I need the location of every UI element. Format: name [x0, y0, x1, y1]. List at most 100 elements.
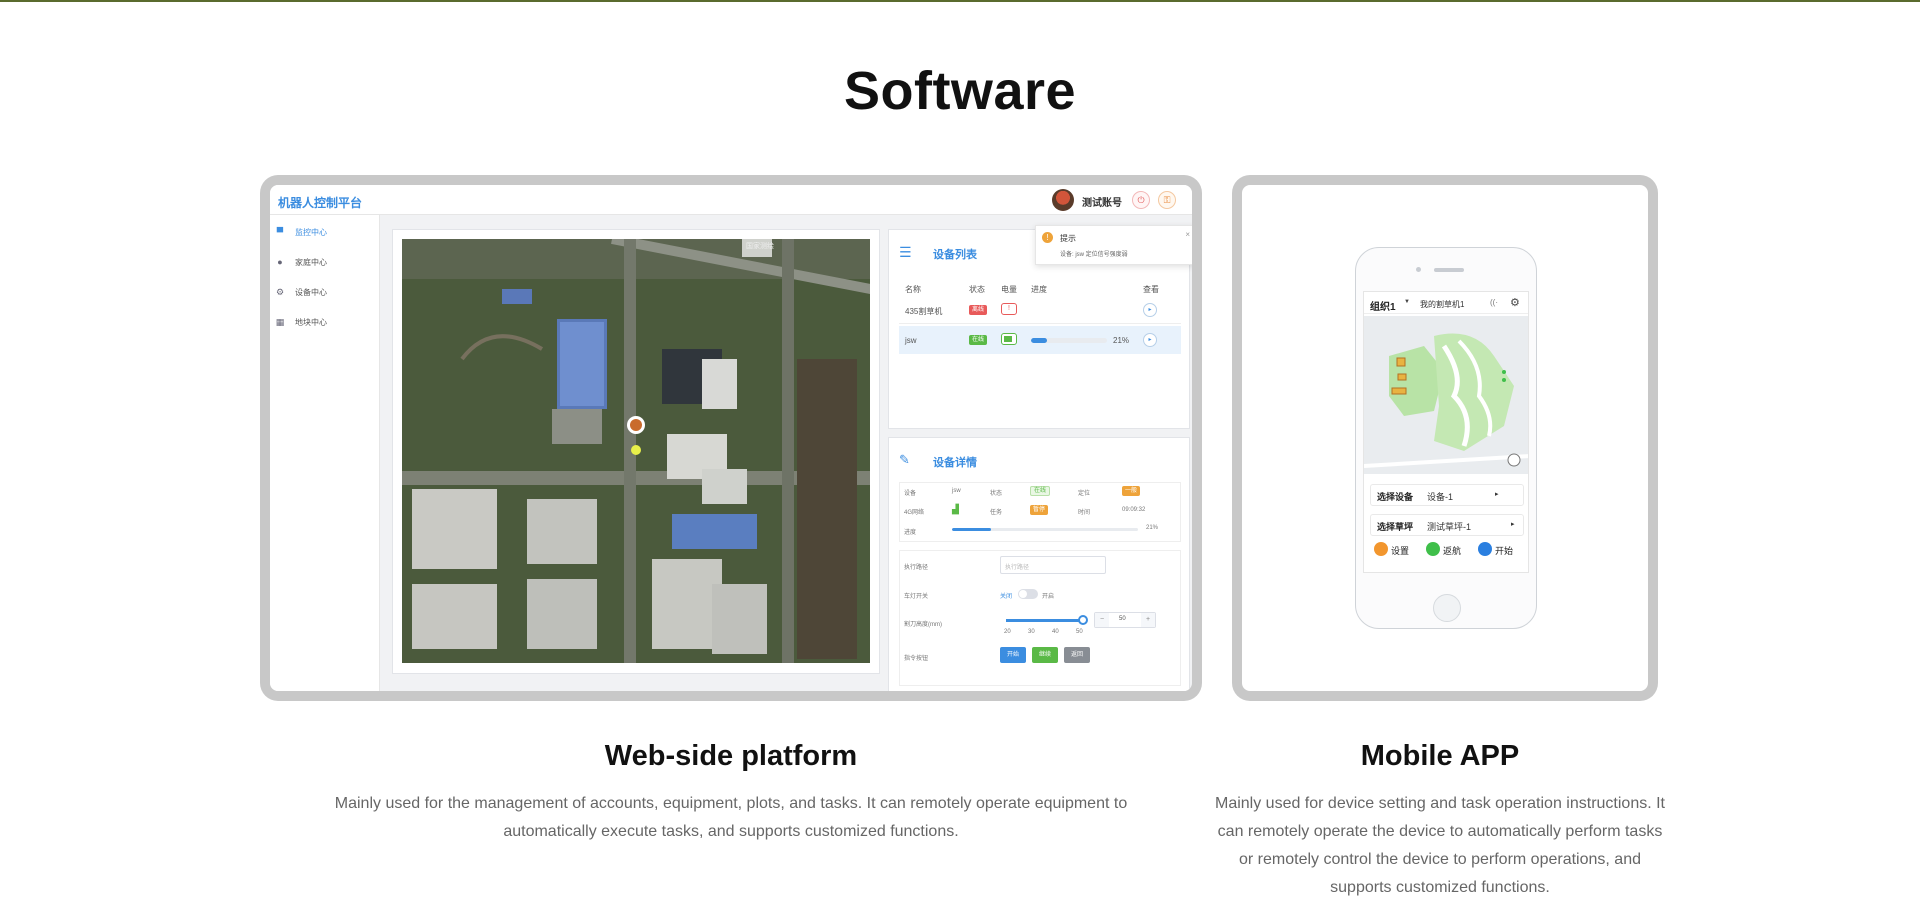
mower-icon: ✎ [899, 452, 910, 467]
stepper-plus-button[interactable]: + [1141, 613, 1155, 627]
progress-fill [952, 528, 992, 531]
stepper-minus-button[interactable]: − [1095, 613, 1109, 627]
action-label: 设置 [1391, 546, 1410, 556]
detail-value: 09:09:32 [1122, 507, 1146, 513]
progress-text: 21% [1113, 336, 1130, 345]
device-list-title: 设备列表 [933, 249, 977, 261]
toast-message: 设备: jsw 定位信号强度弱 [1060, 252, 1128, 258]
view-button[interactable]: ▸ [1143, 333, 1157, 347]
detail-label: 时间 [1078, 510, 1091, 516]
detail-value: 21% [1146, 525, 1159, 531]
return-button[interactable]: 返回 [1064, 647, 1090, 663]
form-label: 执行路径 [904, 565, 929, 571]
top-divider-line [0, 0, 1920, 2]
continue-button[interactable]: 继续 [1032, 647, 1058, 663]
table-row[interactable]: 435割草机 离线 ! ▸ [899, 296, 1181, 324]
power-icon [1478, 542, 1492, 556]
select-device-row[interactable]: 选择设备 设备-1 ▸ [1370, 484, 1524, 506]
device-name: 我的割草机1 [1420, 300, 1465, 309]
grid-icon: ▦ [275, 317, 285, 327]
table-row[interactable]: jsw 在线 21% ▸ [899, 326, 1181, 354]
device-detail-title: 设备详情 [933, 457, 977, 469]
select-device-label: 选择设备 [1377, 492, 1414, 502]
web-sidebar: ▀ 监控中心 ● 家庭中心 ⚙ 设备中心 ▦ 地块中心 [270, 215, 380, 691]
sidebar-item-plots[interactable]: ▦ 地块中心 [270, 311, 380, 333]
progress-fill [1031, 338, 1047, 343]
app-map[interactable] [1364, 316, 1529, 474]
light-toggle[interactable] [1018, 589, 1038, 599]
height-slider[interactable] [1006, 619, 1082, 622]
notification-toast: ! 提示 设备: jsw 定位信号强度弱 × [1035, 225, 1192, 265]
lock-icon[interactable]: ⚿ [1158, 191, 1176, 209]
form-label: 车灯开关 [904, 594, 929, 600]
detail-status-badge: 暂停 [1030, 505, 1049, 515]
power-icon[interactable]: ⏻ [1132, 191, 1150, 209]
mobile-app-description: Mainly used for device setting and task … [1214, 795, 1665, 896]
toast-title: 提示 [1060, 234, 1076, 243]
signal-icon: ▟ [952, 504, 959, 514]
control-form: 执行路径 执行路径 车灯开关 关闭 开启 割刀高度(mm) 20 30 40 5… [899, 550, 1181, 686]
app-header: 组织1 ▼ 我的割草机1 ((· ⚙ [1364, 292, 1528, 314]
status-badge: 离线 [969, 305, 988, 315]
slider-tick: 50 [1076, 629, 1083, 635]
speaker-icon [1434, 268, 1464, 272]
settings-icon [1374, 542, 1388, 556]
slider-tick: 30 [1028, 629, 1035, 635]
start-button[interactable]: 开始 [1000, 647, 1026, 663]
warning-icon: ! [1042, 232, 1053, 243]
gear-icon: ⚙ [275, 287, 285, 297]
select-lawn-value: 测试草坪-1 [1427, 522, 1472, 532]
slider-tick: 20 [1004, 629, 1011, 635]
row-name: jsw [905, 336, 917, 345]
web-brand: 机器人控制平台 [278, 196, 363, 210]
phone-screen: 组织1 ▼ 我的割草机1 ((· ⚙ 选择设备 设备-1 ▸ 选择草坪 测试草坪… [1363, 291, 1529, 573]
toggle-on-label: 开启 [1042, 594, 1055, 600]
avatar[interactable] [1052, 189, 1074, 211]
detail-label: 状态 [990, 491, 1003, 497]
phone-mockup: 组织1 ▼ 我的割草机1 ((· ⚙ 选择设备 设备-1 ▸ 选择草坪 测试草坪… [1355, 247, 1537, 629]
column-header: 进度 [1031, 285, 1047, 294]
detail-label: 设备 [904, 491, 917, 497]
sidebar-item-label: 设备中心 [295, 288, 327, 297]
view-button[interactable]: ▸ [1143, 303, 1157, 317]
status-badge: 在线 [969, 335, 988, 345]
return-home-icon [1426, 542, 1440, 556]
progress-bar [1031, 338, 1107, 343]
slider-tick: 40 [1052, 629, 1059, 635]
chevron-down-icon[interactable]: ▼ [1404, 299, 1410, 305]
web-header: 机器人控制平台 测试账号 ⏻ ⚿ [270, 185, 1192, 215]
org-select[interactable]: 组织1 [1370, 298, 1396, 313]
sidebar-item-label: 地块中心 [295, 318, 327, 327]
sidebar-item-family[interactable]: ● 家庭中心 [270, 251, 380, 273]
web-platform-title: Web-side platform [604, 740, 858, 772]
route-select[interactable]: 执行路径 [1000, 556, 1106, 574]
battery-icon [1001, 333, 1017, 345]
battery-empty-icon: ! [1001, 303, 1017, 315]
action-label: 返航 [1443, 546, 1462, 556]
user-icon: ● [277, 257, 283, 267]
slider-handle[interactable] [1078, 615, 1088, 625]
sidebar-item-devices[interactable]: ⚙ 设备中心 [270, 281, 380, 303]
mobile-app-title: Mobile APP [1360, 740, 1520, 772]
sidebar-item-label: 家庭中心 [295, 258, 327, 267]
column-header: 名称 [905, 285, 921, 294]
monitor-icon: ▀ [276, 227, 284, 237]
form-label: 指令按钮 [904, 656, 929, 662]
sidebar-item-monitor[interactable]: ▀ 监控中心 [270, 221, 380, 243]
signal-icon: ((· [1490, 298, 1498, 307]
column-header: 状态 [969, 285, 985, 294]
web-platform-description: Mainly used for the management of accoun… [334, 795, 1128, 840]
select-lawn-row[interactable]: 选择草坪 测试草坪-1 ▸ [1370, 514, 1524, 536]
user-name[interactable]: 测试账号 [1082, 194, 1122, 209]
list-icon: ☰ [899, 244, 912, 260]
mobile-app-preview: 组织1 ▼ 我的割草机1 ((· ⚙ 选择设备 设备-1 ▸ 选择草坪 测试草坪… [1232, 175, 1658, 701]
toggle-off-label: 关闭 [1000, 594, 1013, 600]
close-icon[interactable]: × [1185, 230, 1190, 239]
satellite-map[interactable]: 国家测绘 [402, 239, 870, 663]
height-stepper[interactable]: − 50 + [1094, 612, 1156, 628]
map-watermark: 国家测绘 [746, 243, 774, 250]
home-button [1433, 594, 1461, 622]
gear-icon[interactable]: ⚙ [1510, 296, 1520, 309]
satellite-map-image [402, 239, 870, 663]
select-device-value: 设备-1 [1427, 492, 1454, 502]
